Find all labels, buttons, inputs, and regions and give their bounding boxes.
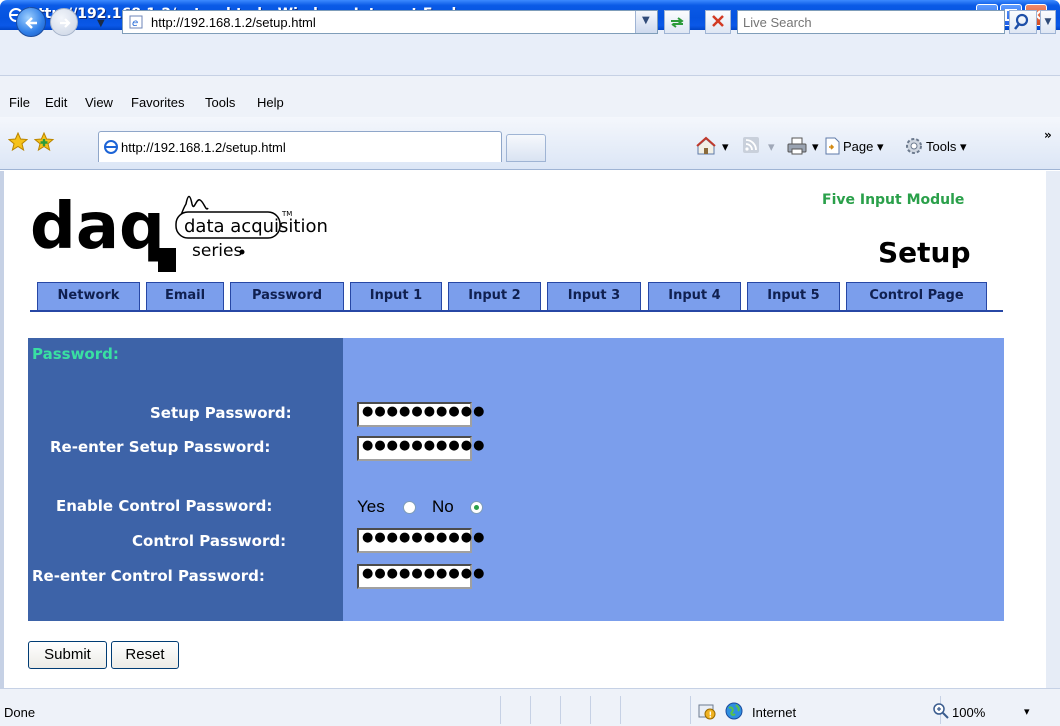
control-password-field[interactable]: ●●●●●●●●●● [357, 528, 484, 553]
page-heading: Setup [878, 236, 971, 269]
submit-button[interactable]: Submit [28, 641, 107, 669]
feeds-icon[interactable] [742, 136, 760, 154]
search-input[interactable] [738, 11, 1004, 33]
tab-control-page[interactable]: Control Page [846, 282, 987, 310]
tab-input-1[interactable]: Input 1 [350, 282, 442, 310]
reset-button[interactable]: Reset [111, 641, 179, 669]
search-button[interactable] [1009, 10, 1037, 34]
tab-underline [30, 310, 1003, 312]
favorites-star-icon[interactable] [8, 132, 28, 152]
page-icon[interactable] [823, 136, 841, 156]
print-icon[interactable] [786, 136, 808, 156]
search-box[interactable] [737, 10, 1005, 34]
menu-edit[interactable]: Edit [45, 95, 67, 110]
tab-label: http://192.168.1.2/setup.html [121, 140, 286, 155]
status-text: Done [4, 705, 36, 720]
protected-mode-icon[interactable]: ! [698, 702, 716, 720]
tab-password[interactable]: Password [230, 282, 344, 310]
gear-icon[interactable] [904, 136, 924, 156]
address-toolbar [0, 30, 1060, 76]
ie-page-icon: e [129, 15, 143, 29]
reenter-control-password-label: Re-enter Control Password: [32, 567, 265, 585]
tab-input-4[interactable]: Input 4 [648, 282, 741, 310]
tools-menu[interactable]: Tools ▾ [926, 139, 967, 155]
zoom-icon[interactable] [932, 702, 950, 720]
stop-button[interactable] [705, 10, 731, 34]
menu-favorites[interactable]: Favorites [131, 95, 184, 110]
recent-pages-dropdown[interactable]: ▼ [97, 18, 105, 29]
status-divider [590, 696, 591, 724]
setup-password-label: Setup Password: [150, 404, 292, 422]
home-icon[interactable] [695, 136, 717, 156]
arrow-right-icon [60, 18, 71, 28]
add-favorites-icon[interactable] [34, 132, 56, 152]
tab-email[interactable]: Email [146, 282, 224, 310]
reenter-setup-password-field[interactable]: ●●●●●●●●●● [357, 436, 484, 461]
status-divider [500, 696, 501, 724]
menu-view[interactable]: View [85, 95, 113, 110]
svg-text:series: series [192, 241, 242, 261]
reenter-control-password-field[interactable]: ●●●●●●●●●● [357, 564, 484, 589]
ie-page-icon [104, 140, 118, 154]
back-button[interactable] [16, 7, 46, 37]
status-divider [530, 696, 531, 724]
address-bar[interactable]: e http://192.168.1.2/setup.html ▼ [122, 10, 658, 34]
tab-input-2[interactable]: Input 2 [448, 282, 541, 310]
tab-setup[interactable]: http://192.168.1.2/setup.html [98, 131, 502, 162]
feeds-dropdown[interactable]: ▾ [768, 139, 775, 155]
globe-icon [725, 702, 743, 720]
address-text: http://192.168.1.2/setup.html [151, 15, 316, 30]
search-icon [1014, 13, 1029, 30]
section-title: Password: [32, 345, 119, 363]
yes-label: Yes [357, 497, 385, 516]
print-dropdown[interactable]: ▾ [812, 139, 819, 155]
menu-file[interactable]: File [9, 95, 30, 110]
refresh-icon [671, 17, 684, 28]
svg-text:e: e [132, 18, 138, 29]
tab-input-3[interactable]: Input 3 [547, 282, 641, 310]
stop-icon [712, 15, 724, 27]
zoom-level[interactable]: 100% [952, 705, 985, 720]
enable-control-password-label: Enable Control Password: [56, 497, 273, 515]
yes-radio[interactable] [403, 501, 416, 514]
search-options-dropdown[interactable]: ▼ [1040, 10, 1056, 34]
svg-text:TM: TM [281, 210, 292, 218]
control-password-label: Control Password: [132, 532, 287, 550]
new-tab-button[interactable] [506, 134, 546, 162]
menu-help[interactable]: Help [257, 95, 284, 110]
no-label: No [432, 497, 454, 516]
forward-button[interactable] [50, 8, 78, 36]
zoom-dropdown[interactable]: ▾ [1024, 705, 1030, 718]
security-zone: Internet [752, 705, 797, 720]
setup-password-field[interactable]: ●●●●●●●●●● [357, 402, 484, 427]
status-divider [620, 696, 621, 724]
menu-tools[interactable]: Tools [205, 95, 235, 110]
address-dropdown-button[interactable]: ▼ [635, 11, 657, 33]
home-dropdown[interactable]: ▾ [722, 139, 729, 155]
no-radio[interactable] [470, 501, 483, 514]
status-divider [690, 696, 691, 724]
arrow-left-icon [25, 17, 37, 29]
tab-network[interactable]: Network [37, 282, 140, 310]
chevron-right-icon[interactable]: » [1044, 128, 1052, 142]
reenter-setup-password-label: Re-enter Setup Password: [50, 438, 271, 456]
svg-text:!: ! [709, 711, 713, 720]
svg-text:daq: daq [30, 190, 165, 264]
svg-text:data acquisition: data acquisition [184, 216, 328, 237]
daq-logo: daq data acquisition series TM [30, 190, 328, 272]
tab-input-5[interactable]: Input 5 [747, 282, 840, 310]
module-name: Five Input Module [822, 192, 965, 208]
page-menu[interactable]: Page ▾ [843, 139, 884, 155]
status-divider [560, 696, 561, 724]
refresh-button[interactable] [664, 10, 690, 34]
